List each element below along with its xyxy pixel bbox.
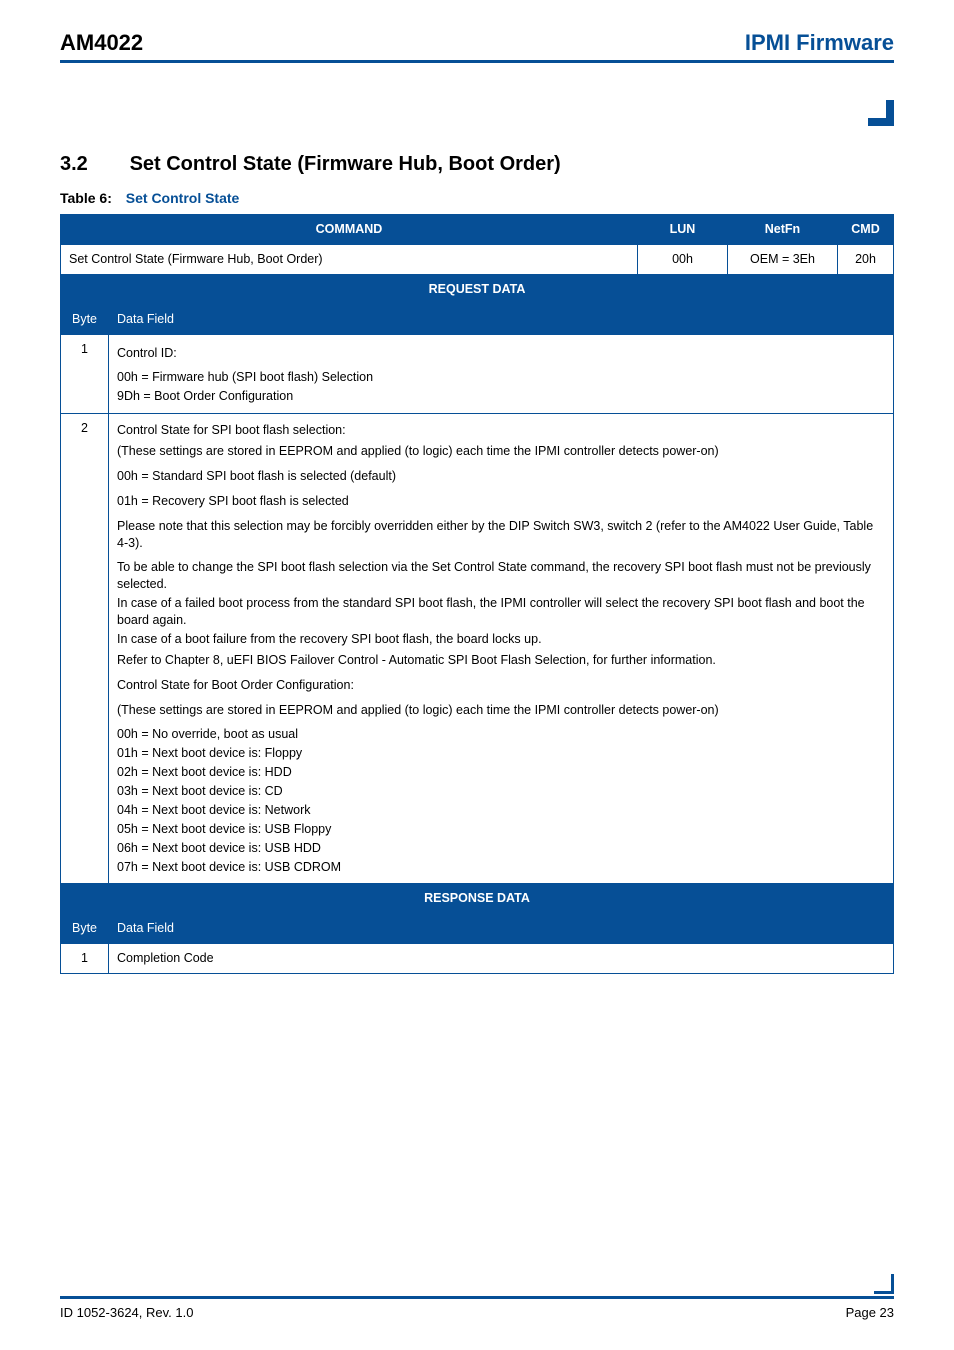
text: 00h = Standard SPI boot flash is selecte… bbox=[117, 468, 885, 485]
text: 06h = Next boot device is: USB HDD bbox=[117, 840, 885, 857]
request-data-header: REQUEST DATA bbox=[61, 274, 894, 304]
text: Please note that this selection may be f… bbox=[117, 518, 885, 552]
page-footer: ID 1052-3624, Rev. 1.0 Page 23 bbox=[60, 1296, 894, 1320]
text: 04h = Next boot device is: Network bbox=[117, 802, 885, 819]
req-data-1: Control ID: 00h = Firmware hub (SPI boot… bbox=[109, 334, 894, 414]
text: Control State for SPI boot flash selecti… bbox=[117, 422, 885, 439]
section-heading: 3.2 Set Control State (Firmware Hub, Boo… bbox=[60, 153, 894, 176]
page-number: Page 23 bbox=[846, 1305, 894, 1320]
req-byte-2: 2 bbox=[61, 414, 109, 884]
text: 05h = Next boot device is: USB Floppy bbox=[117, 821, 885, 838]
response-data-header: RESPONSE DATA bbox=[61, 884, 894, 914]
th-lun: LUN bbox=[638, 215, 728, 245]
cmd-lun: 00h bbox=[638, 244, 728, 274]
table-caption: Table 6: Set Control State bbox=[60, 190, 894, 206]
text: 02h = Next boot device is: HDD bbox=[117, 764, 885, 781]
text: 00h = Firmware hub (SPI boot flash) Sele… bbox=[117, 369, 885, 386]
th-byte-resp: Byte bbox=[61, 914, 109, 944]
header-rule bbox=[60, 60, 894, 63]
section-title: Set Control State (Firmware Hub, Boot Or… bbox=[130, 153, 561, 175]
req-data-2: Control State for SPI boot flash selecti… bbox=[109, 414, 894, 884]
text: To be able to change the SPI boot flash … bbox=[117, 559, 885, 593]
text: 07h = Next boot device is: USB CDROM bbox=[117, 859, 885, 876]
table-caption-label: Table 6: bbox=[60, 190, 112, 206]
text: 01h = Next boot device is: Floppy bbox=[117, 745, 885, 762]
text: (These settings are stored in EEPROM and… bbox=[117, 702, 885, 719]
table-row: 1 Completion Code bbox=[61, 944, 894, 974]
doc-id: ID 1052-3624, Rev. 1.0 bbox=[60, 1305, 193, 1320]
footer-rule bbox=[60, 1296, 894, 1299]
header-product: AM4022 bbox=[60, 30, 143, 56]
table-row: 1 Control ID: 00h = Firmware hub (SPI bo… bbox=[61, 334, 894, 414]
cmd-cmd: 20h bbox=[838, 244, 894, 274]
req-byte-1: 1 bbox=[61, 334, 109, 414]
footer-decoration-icon bbox=[874, 1274, 894, 1294]
table-row: 2 Control State for SPI boot flash selec… bbox=[61, 414, 894, 884]
text: Control ID: bbox=[117, 345, 885, 362]
resp-data-1: Completion Code bbox=[109, 944, 894, 974]
th-datafield-resp: Data Field bbox=[109, 914, 894, 944]
th-netfn: NetFn bbox=[728, 215, 838, 245]
text: 01h = Recovery SPI boot flash is selecte… bbox=[117, 493, 885, 510]
section-number: 3.2 bbox=[60, 153, 124, 176]
th-datafield: Data Field bbox=[109, 304, 894, 334]
cmd-name: Set Control State (Firmware Hub, Boot Or… bbox=[61, 244, 638, 274]
table-caption-title: Set Control State bbox=[126, 190, 240, 206]
text: 9Dh = Boot Order Configuration bbox=[117, 388, 885, 405]
text: (These settings are stored in EEPROM and… bbox=[117, 443, 885, 460]
text: In case of a boot failure from the recov… bbox=[117, 631, 885, 648]
resp-byte-1: 1 bbox=[61, 944, 109, 974]
th-byte: Byte bbox=[61, 304, 109, 334]
text: Control State for Boot Order Configurati… bbox=[117, 677, 885, 694]
header-title: IPMI Firmware bbox=[745, 30, 894, 56]
text: Refer to Chapter 8, uEFI BIOS Failover C… bbox=[117, 652, 885, 669]
text: 03h = Next boot device is: CD bbox=[117, 783, 885, 800]
th-command: COMMAND bbox=[61, 215, 638, 245]
corner-decoration-icon bbox=[868, 100, 894, 126]
cmd-netfn: OEM = 3Eh bbox=[728, 244, 838, 274]
th-cmd: CMD bbox=[838, 215, 894, 245]
text: 00h = No override, boot as usual bbox=[117, 726, 885, 743]
text: In case of a failed boot process from th… bbox=[117, 595, 885, 629]
command-table: COMMAND LUN NetFn CMD Set Control State … bbox=[60, 214, 894, 974]
